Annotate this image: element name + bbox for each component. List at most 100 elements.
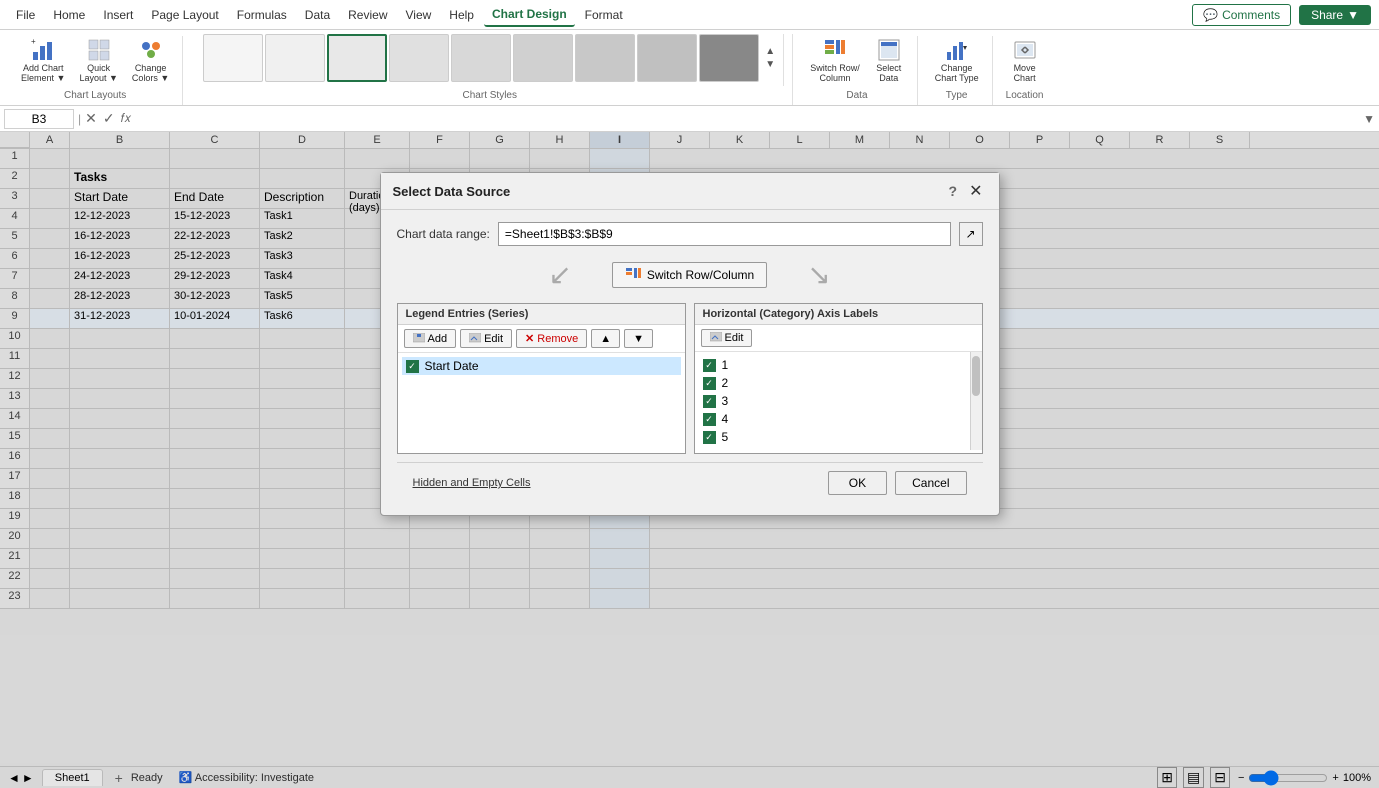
formula-bar-divider: | — [78, 112, 81, 126]
axis-label-3: 3 — [722, 394, 729, 408]
axis-edit-button[interactable]: Edit — [701, 329, 753, 347]
menu-format[interactable]: Format — [577, 4, 631, 26]
legend-remove-button[interactable]: ✕ Remove — [516, 329, 587, 348]
quick-layout-button[interactable]: QuickLayout ▼ — [74, 36, 122, 86]
select-data-button[interactable]: SelectData — [869, 36, 909, 86]
left-arrow-shape: ↙ — [548, 258, 571, 291]
axis-item-5[interactable]: 5 — [699, 428, 966, 446]
ribbon-group-chart-styles: ▲ ▼ Chart Styles — [187, 34, 793, 105]
chart-data-range-collapse-button[interactable]: ↗ — [959, 222, 983, 246]
chart-styles-scroll-down[interactable]: ▼ — [765, 59, 775, 70]
insert-function-icon[interactable]: 𝑓𝑥 — [121, 111, 131, 126]
menu-chart-design[interactable]: Chart Design — [484, 3, 575, 27]
add-chart-element-button[interactable]: + Add ChartElement ▼ — [16, 36, 70, 86]
sheet-area: A B C D E F G H I J K L M N O P Q R S 1 — [0, 132, 1379, 788]
axis-label-1: 1 — [722, 358, 729, 372]
menu-data[interactable]: Data — [297, 4, 338, 26]
axis-checkbox-1[interactable] — [703, 359, 716, 372]
switch-icon — [625, 267, 641, 283]
legend-item-start-date[interactable]: Start Date — [402, 357, 681, 375]
legend-add-label: Add — [428, 333, 448, 345]
cell-reference-input[interactable] — [4, 109, 74, 129]
menu-page-layout[interactable]: Page Layout — [143, 4, 226, 26]
axis-checkbox-5[interactable] — [703, 431, 716, 444]
formula-input[interactable] — [135, 110, 1359, 128]
axis-edit-icon — [710, 332, 722, 344]
comments-icon: 💬 — [1203, 8, 1218, 22]
axis-checkbox-2[interactable] — [703, 377, 716, 390]
type-group-label: Type — [946, 90, 968, 101]
axis-checkbox-4[interactable] — [703, 413, 716, 426]
axis-scrollbar[interactable] — [970, 352, 982, 450]
chart-style-2[interactable] — [265, 34, 325, 82]
legend-edit-button[interactable]: Edit — [460, 329, 512, 348]
chart-style-3[interactable] — [327, 34, 387, 82]
dialog-help-button[interactable]: ? — [949, 183, 958, 199]
ok-button[interactable]: OK — [828, 471, 887, 495]
menu-home[interactable]: Home — [45, 4, 93, 26]
comments-button[interactable]: 💬 Comments — [1192, 4, 1291, 26]
formula-actions: ✕ ✓ 𝑓𝑥 — [85, 110, 131, 127]
switch-row-column-label: Switch Row/Column — [810, 63, 860, 83]
menu-review[interactable]: Review — [340, 4, 395, 26]
legend-checkbox-start-date[interactable] — [406, 360, 419, 373]
switch-row-column-button[interactable]: Switch Row/Column — [805, 36, 865, 86]
menu-insert[interactable]: Insert — [95, 4, 141, 26]
chart-style-5[interactable] — [451, 34, 511, 82]
change-colors-button[interactable]: ChangeColors ▼ — [127, 36, 174, 86]
dialog-overlay: Select Data Source ? ✕ Chart data range:… — [0, 132, 1379, 788]
axis-item-1[interactable]: 1 — [699, 356, 966, 374]
dialog-controls: ? ✕ — [949, 181, 987, 201]
switch-row-column-dialog-label: Switch Row/Column — [647, 268, 754, 282]
chart-style-9[interactable] — [699, 34, 759, 82]
menu-bar: File Home Insert Page Layout Formulas Da… — [0, 0, 1379, 30]
menu-formulas[interactable]: Formulas — [229, 4, 295, 26]
select-data-label: SelectData — [876, 63, 901, 83]
axis-scrollbar-thumb[interactable] — [972, 356, 980, 396]
chart-style-8[interactable] — [637, 34, 697, 82]
quick-layout-label: QuickLayout ▼ — [79, 63, 117, 83]
two-columns: Legend Entries (Series) Add Edit — [397, 303, 983, 454]
chart-data-range-row: Chart data range: ↗ — [397, 222, 983, 246]
chart-style-7[interactable] — [575, 34, 635, 82]
footer-buttons: OK Cancel — [828, 471, 967, 495]
chart-layout-buttons: + Add ChartElement ▼ QuickLayout ▼ Chang… — [16, 36, 174, 86]
change-chart-type-button[interactable]: ChangeChart Type — [930, 36, 984, 86]
formula-expand-icon[interactable]: ▼ — [1363, 112, 1375, 126]
legend-move-down-button[interactable]: ▼ — [624, 329, 653, 348]
change-colors-label: ChangeColors ▼ — [132, 63, 169, 83]
axis-label-2: 2 — [722, 376, 729, 390]
select-data-source-dialog: Select Data Source ? ✕ Chart data range:… — [380, 172, 1000, 516]
change-chart-type-label: ChangeChart Type — [935, 63, 979, 83]
switch-row-column-dialog-button[interactable]: Switch Row/Column — [612, 262, 767, 288]
chart-style-6[interactable] — [513, 34, 573, 82]
legend-toolbar: Add Edit ✕ Remove ▲ — [398, 325, 685, 353]
axis-edit-label: Edit — [725, 332, 744, 344]
move-chart-button[interactable]: MoveChart — [1005, 36, 1045, 86]
menu-file[interactable]: File — [8, 4, 43, 26]
switch-row-column-icon — [823, 39, 847, 63]
axis-item-4[interactable]: 4 — [699, 410, 966, 428]
ribbon-group-data: Switch Row/Column SelectData Data — [797, 36, 918, 105]
hidden-empty-cells-button[interactable]: Hidden and Empty Cells — [413, 477, 531, 489]
location-group-label: Location — [1006, 90, 1044, 101]
cancel-button[interactable]: Cancel — [895, 471, 966, 495]
dialog-close-button[interactable]: ✕ — [965, 181, 986, 201]
chart-style-1[interactable] — [203, 34, 263, 82]
axis-item-3[interactable]: 3 — [699, 392, 966, 410]
main-content: A B C D E F G H I J K L M N O P Q R S 1 — [0, 132, 1379, 788]
confirm-formula-icon[interactable]: ✓ — [103, 110, 115, 127]
dialog-title-bar: Select Data Source ? ✕ — [381, 173, 999, 210]
share-button[interactable]: Share ▼ — [1299, 5, 1371, 25]
menu-help[interactable]: Help — [441, 4, 482, 26]
chart-styles-scroll-up[interactable]: ▲ — [765, 46, 775, 57]
remove-x-icon: ✕ — [525, 332, 534, 345]
chart-style-4[interactable] — [389, 34, 449, 82]
axis-item-2[interactable]: 2 — [699, 374, 966, 392]
cancel-formula-icon[interactable]: ✕ — [85, 110, 97, 127]
legend-move-up-button[interactable]: ▲ — [591, 329, 620, 348]
legend-add-button[interactable]: Add — [404, 329, 457, 348]
axis-checkbox-3[interactable] — [703, 395, 716, 408]
menu-view[interactable]: View — [398, 4, 440, 26]
chart-data-range-input[interactable] — [498, 222, 951, 246]
